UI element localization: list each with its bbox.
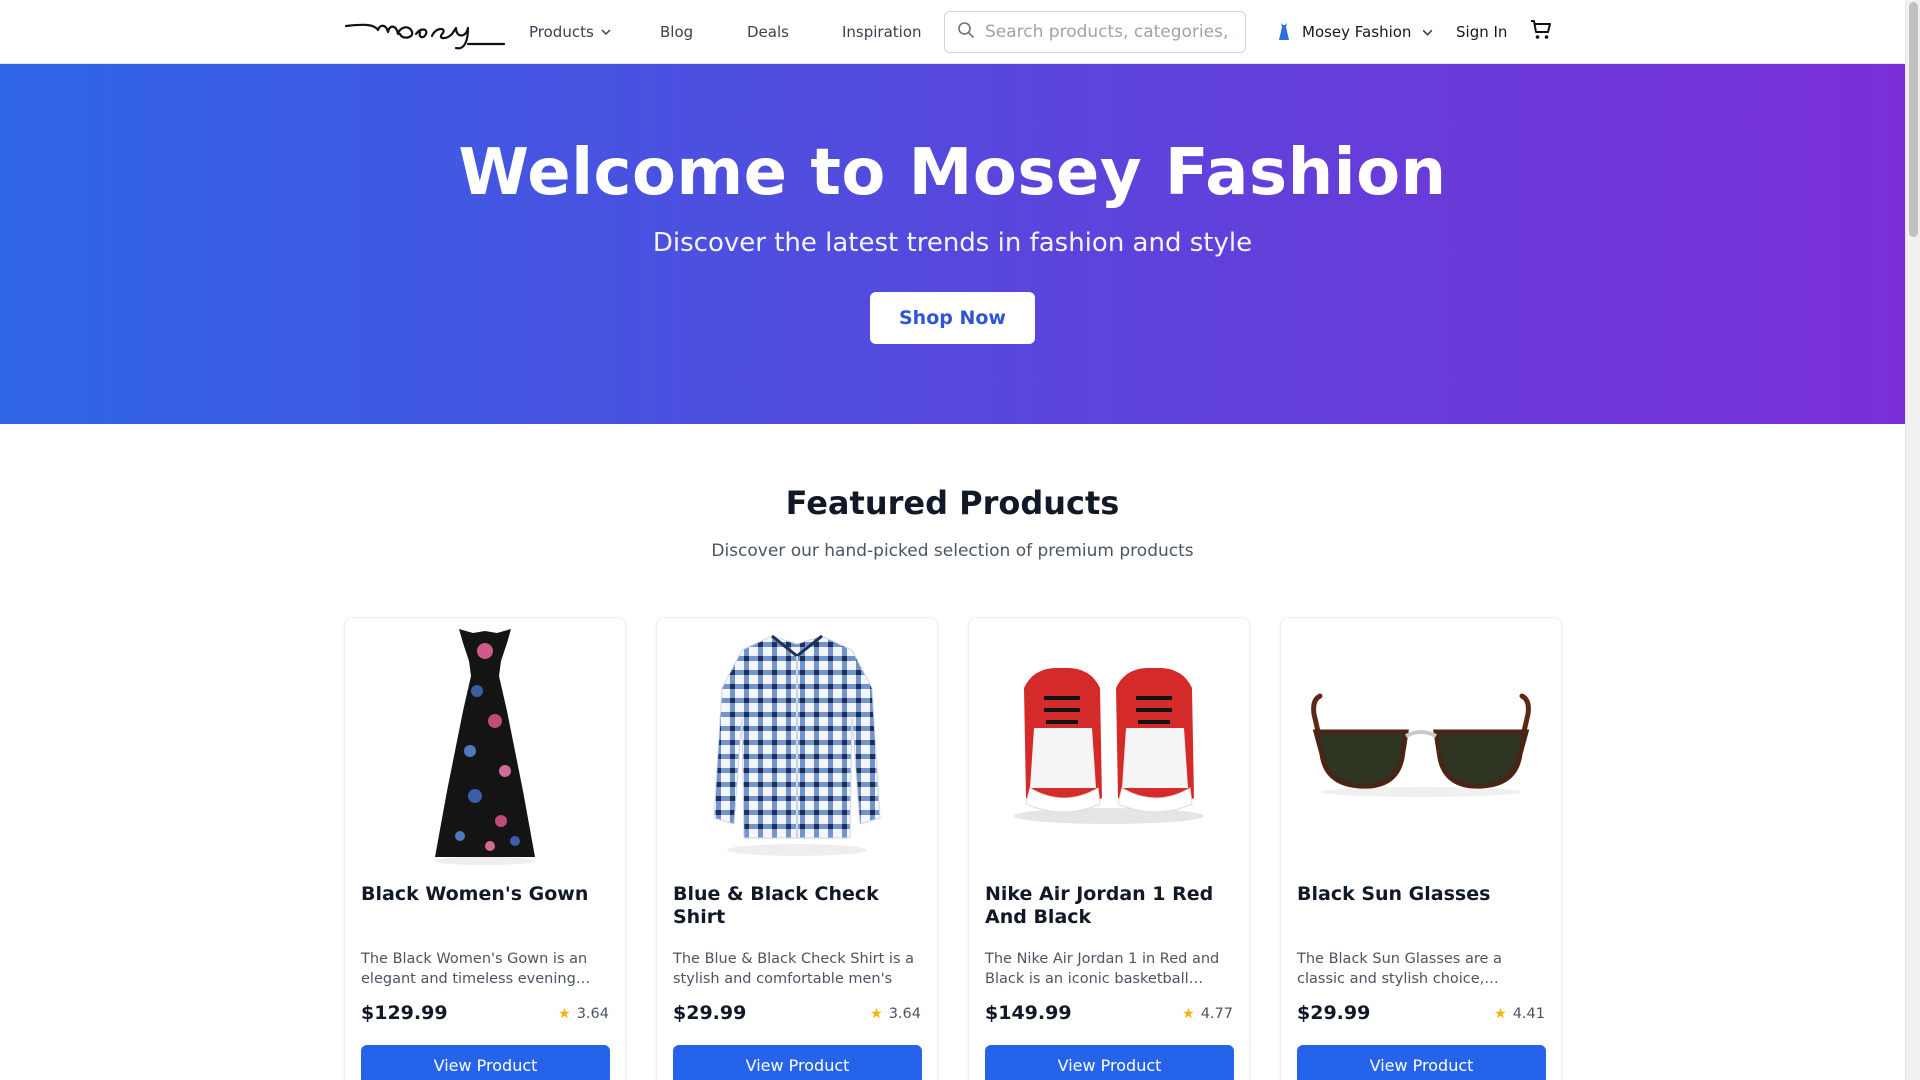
nav-inspiration[interactable]: Inspiration [842,0,922,64]
nav-blog[interactable]: Blog [660,0,693,64]
product-price: $29.99 [673,1002,747,1024]
rating-value: 3.64 [576,1006,609,1022]
product-card[interactable]: Black Women's Gown The Black Women's Gow… [344,617,626,1080]
sign-in-link[interactable]: Sign In [1456,0,1507,64]
star-icon: ★ [870,1006,883,1022]
site-header: Products Blog Deals Inspiration Mosey Fa… [0,0,1905,64]
sunglasses-image[interactable] [1281,618,1561,868]
dress-icon [1276,22,1292,42]
star-icon: ★ [558,1006,571,1022]
view-product-button[interactable]: View Product [673,1045,922,1080]
cart-icon[interactable] [1529,18,1553,42]
mosey-logo[interactable] [344,12,506,52]
nav-inspiration-label: Inspiration [842,23,922,41]
product-name[interactable]: Black Sun Glasses [1297,883,1547,906]
product-rating: ★ 3.64 [870,1006,921,1022]
nav-products[interactable]: Products [529,0,612,64]
product-rating: ★ 4.77 [1182,1006,1233,1022]
product-description: The Black Women's Gown is an elegant and… [361,951,591,987]
product-card[interactable]: Black Sun Glasses The Black Sun Glasses … [1280,617,1562,1080]
product-description: The Black Sun Glasses are a classic and … [1297,951,1502,987]
product-price: $29.99 [1297,1002,1371,1024]
product-card[interactable]: Nike Air Jordan 1 Red And Black The Nike… [968,617,1250,1080]
hero-subtitle: Discover the latest trends in fashion an… [652,228,1253,258]
store-switcher[interactable]: Mosey Fashion [1276,0,1434,64]
featured-subtitle: Discover our hand-picked selection of pr… [711,541,1194,561]
product-description: The Nike Air Jordan 1 in Red and Black i… [985,951,1220,987]
product-rating: ★ 3.64 [558,1006,609,1022]
chevron-down-icon [1421,26,1434,39]
featured-title: Featured Products [785,484,1120,522]
product-name[interactable]: Blue & Black Check Shirt [673,883,923,929]
view-product-button[interactable]: View Product [1297,1045,1546,1080]
gown-image[interactable] [345,618,625,868]
sneakers-image[interactable] [969,618,1249,868]
scrollbar-thumb[interactable] [1909,2,1918,237]
nav-blog-label: Blog [660,23,694,41]
rating-value: 4.77 [1200,1006,1233,1022]
nav-products-label: Products [529,23,594,41]
rating-value: 4.41 [1512,1006,1545,1022]
nav-deals-label: Deals [747,23,789,41]
product-rating: ★ 4.41 [1494,1006,1545,1022]
view-product-button[interactable]: View Product [361,1045,610,1080]
product-name[interactable]: Black Women's Gown [361,883,611,906]
hero-title: Welcome to Mosey Fashion [458,136,1447,210]
hero-banner: Welcome to Mosey Fashion Discover the la… [0,64,1905,424]
view-product-button[interactable]: View Product [985,1045,1234,1080]
product-price: $129.99 [361,1002,448,1024]
rating-value: 3.64 [888,1006,921,1022]
product-price: $149.99 [985,1002,1072,1024]
sign-in-label: Sign In [1456,23,1508,41]
star-icon: ★ [1494,1006,1507,1022]
nav-deals[interactable]: Deals [747,0,789,64]
product-card[interactable]: Blue & Black Check Shirt The Blue & Blac… [656,617,938,1080]
page-scrollbar[interactable] [1905,0,1920,1080]
search-icon [957,21,975,43]
star-icon: ★ [1182,1006,1195,1022]
store-switcher-label: Mosey Fashion [1302,23,1412,41]
search-input[interactable] [985,22,1235,42]
search-box[interactable] [944,11,1246,53]
shirt-image[interactable] [657,618,937,868]
chevron-down-icon [600,26,612,38]
product-name[interactable]: Nike Air Jordan 1 Red And Black [985,883,1235,929]
product-description: The Blue & Black Check Shirt is a stylis… [673,951,914,987]
shop-now-button[interactable]: Shop Now [870,292,1035,344]
